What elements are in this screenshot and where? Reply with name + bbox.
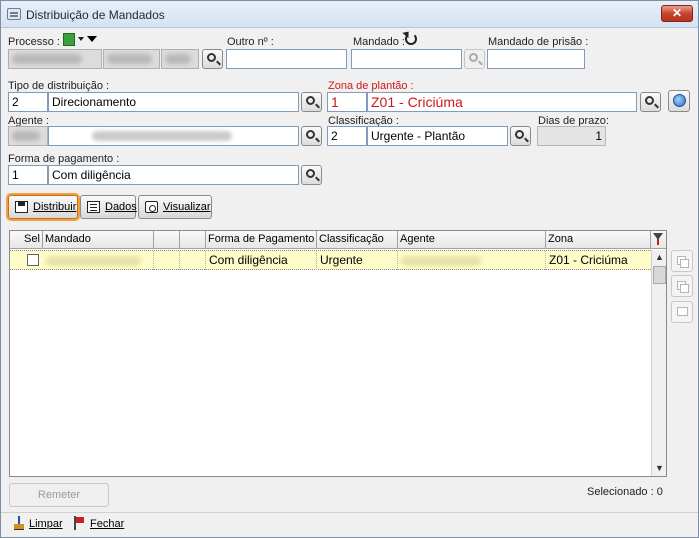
preview-icon [145,201,158,213]
save-icon [15,201,28,213]
forma-pagamento-search-button[interactable] [301,165,322,185]
flag-icon [73,516,85,530]
search-icon [515,130,524,139]
cell-zona: Z01 - Criciúma [549,253,628,267]
distribuir-button[interactable]: Distribuir [8,195,78,219]
cell-classificacao: Urgente [317,251,398,270]
classificacao-input[interactable]: Urgente - Plantão [367,126,508,146]
table-row[interactable]: Com diligência Urgente Z01 - Criciúma [10,250,651,270]
agente-code[interactable] [8,126,48,146]
window-title: Distribuição de Mandados [26,8,165,22]
col-agente[interactable]: Agente [398,231,546,249]
side-copy-button-1[interactable] [671,250,693,272]
scroll-thumb[interactable] [653,266,666,284]
footer-divider [1,512,698,513]
chevron-down-icon [78,37,84,41]
forma-pagamento-code[interactable]: 1 [8,165,48,185]
data-icon [87,201,100,213]
map-button[interactable] [668,90,690,112]
col-sel[interactable]: Sel [22,231,43,249]
dados-button[interactable]: Dados [80,195,137,219]
col-zona[interactable]: Zona [546,231,651,249]
fechar-button[interactable]: Fechar [90,518,124,530]
mandado-prisao-input[interactable] [487,49,585,69]
mandado-search-button[interactable] [464,49,485,69]
col-forma-pagamento[interactable]: Forma de Pagamento [206,231,317,249]
search-icon [306,130,315,139]
search-icon [469,53,478,62]
forma-pagamento-input[interactable]: Com diligência [48,165,299,185]
tipo-distribuicao-input[interactable]: Direcionamento [48,92,299,112]
processo-field-3[interactable] [161,49,199,69]
side-grid-button[interactable] [671,301,693,323]
dados-label: Dados [105,201,137,213]
zona-plantao-label: Zona de plantão : [328,80,414,92]
remeter-button[interactable]: Remeter [9,483,109,507]
mandado-input[interactable] [351,49,462,69]
zona-plantao-search-button[interactable] [640,92,661,112]
visualizar-label: Visualizar [163,201,211,213]
grid-header: Sel Mandado Forma de Pagamento Classific… [10,231,666,249]
close-button[interactable]: ✕ [661,5,693,22]
col-empty-2[interactable] [180,231,206,249]
col-mandado[interactable]: Mandado [43,231,154,249]
search-icon [645,96,654,105]
classificacao-search-button[interactable] [510,126,531,146]
grid-scrollbar[interactable]: ▲ ▼ [651,250,666,476]
agente-input[interactable] [48,126,299,146]
zona-plantao-input[interactable]: Z01 - Criciúma [367,92,637,112]
forma-pagamento-label: Forma de pagamento : [8,153,120,165]
classificacao-code[interactable]: 2 [327,126,367,146]
cell-agente [398,251,546,270]
limpar-button[interactable]: Limpar [29,518,63,530]
cell-empty-2 [180,251,206,270]
chevron-down-icon [87,36,97,42]
processo-label: Processo : [8,36,60,48]
grid-icon [677,307,688,316]
copy-icon-layer [680,284,689,293]
dias-prazo-field: 1 [537,126,606,146]
processo-field-1[interactable] [8,49,102,69]
search-icon [306,96,315,105]
zona-plantao-code[interactable]: 1 [327,92,367,112]
processo-type-dropdown[interactable] [63,33,99,47]
col-classificacao[interactable]: Classificação [317,231,398,249]
outro-label: Outro nº : [227,36,274,48]
agente-search-button[interactable] [301,126,322,146]
col-empty-1[interactable] [154,231,180,249]
tipo-distribuicao-label: Tipo de distribuição : [8,80,110,92]
mandado-label: Mandado : [353,36,405,48]
tipo-distribuicao-search-button[interactable] [301,92,322,112]
main-window: Distribuição de Mandados ✕ Processo : Ou… [0,0,699,538]
mandados-grid: Sel Mandado Forma de Pagamento Classific… [9,230,667,477]
side-copy-button-2[interactable] [671,275,693,297]
outro-numero-input[interactable] [226,49,347,69]
selecionado-count: Selecionado : 0 [587,486,663,498]
refresh-icon[interactable] [405,33,417,45]
globe-icon [673,94,686,107]
filter-icon[interactable] [653,233,663,245]
row-checkbox[interactable] [27,254,39,266]
tipo-distribuicao-code[interactable]: 2 [8,92,48,112]
mandado-prisao-label: Mandado de prisão : [488,36,589,48]
document-icon [63,33,75,46]
cell-mandado [43,251,154,270]
distribuir-label: Distribuir [33,201,77,213]
cell-empty-1 [154,251,180,270]
scroll-down-icon[interactable]: ▼ [652,461,667,476]
copy-icon-layer [680,259,689,268]
search-icon [207,53,216,62]
search-icon [306,169,315,178]
cell-forma-pagamento: Com diligência [206,251,317,270]
title-bar: Distribuição de Mandados ✕ [1,1,698,28]
app-icon [7,8,21,20]
visualizar-button[interactable]: Visualizar [138,195,212,219]
scroll-up-icon[interactable]: ▲ [652,250,667,265]
brush-icon [13,516,25,530]
processo-field-2[interactable] [103,49,160,69]
processo-search-button[interactable] [202,49,223,69]
